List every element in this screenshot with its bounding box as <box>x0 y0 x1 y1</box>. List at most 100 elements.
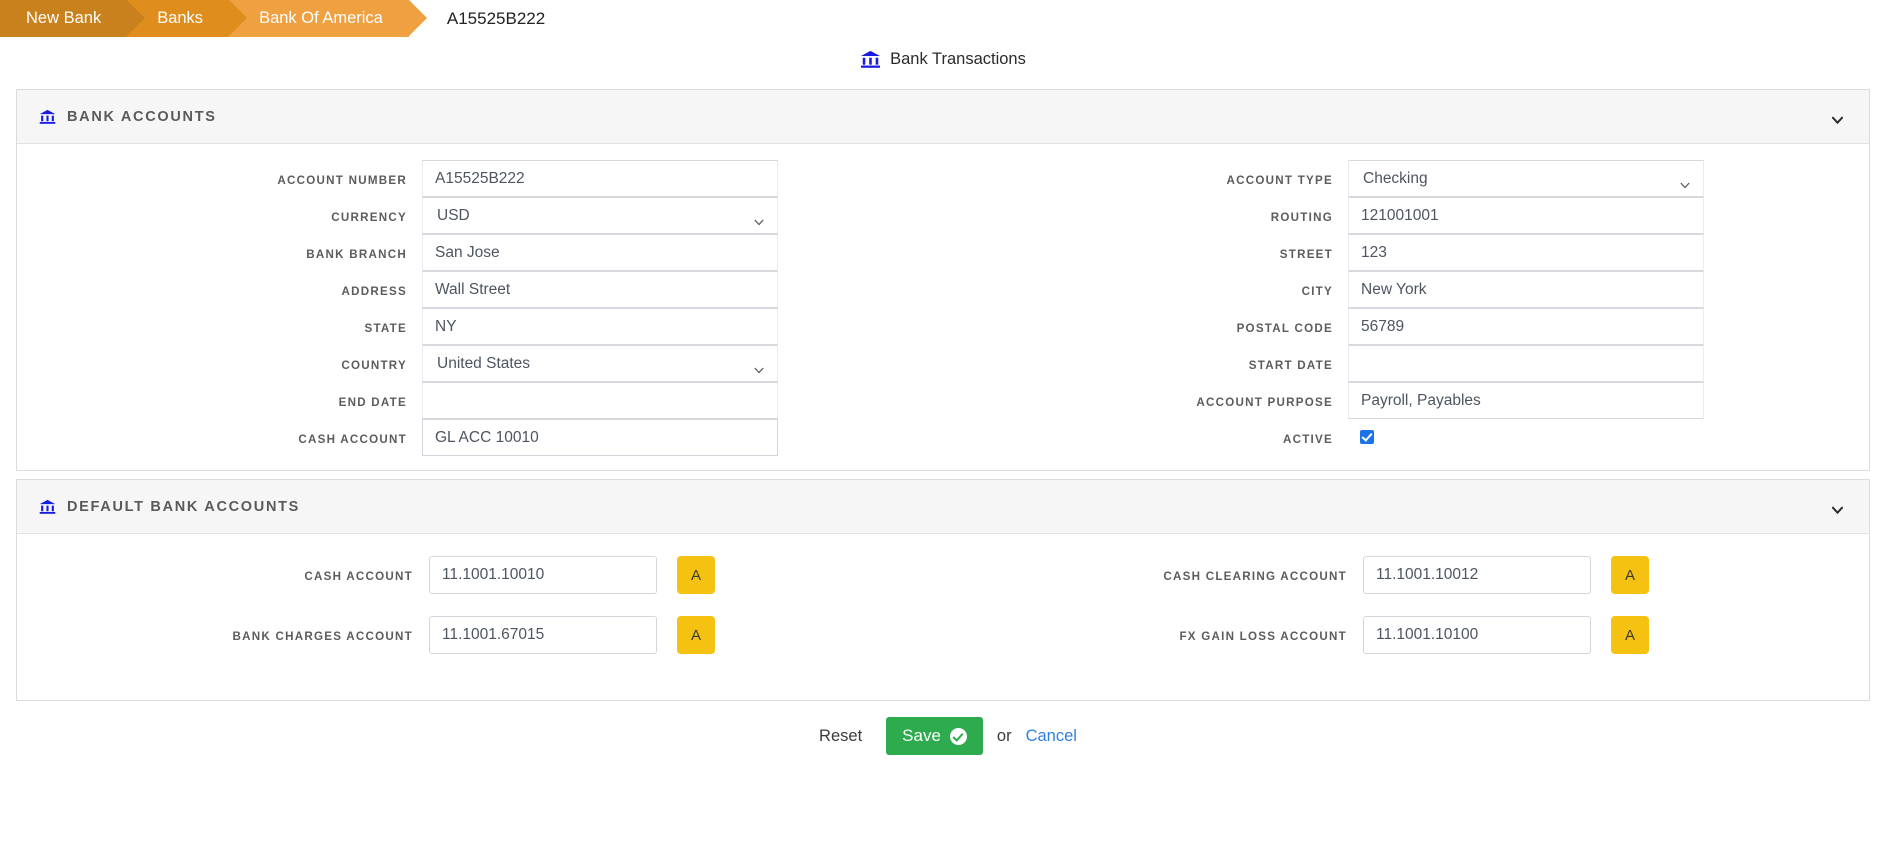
field-control: United States <box>422 345 778 382</box>
fx-gain-loss-account-input[interactable]: 11.1001.10100 <box>1363 616 1591 654</box>
field-control: USD <box>422 197 778 234</box>
active-checkbox[interactable] <box>1360 430 1374 444</box>
field-address: Address Wall Street <box>17 271 943 308</box>
bank-charges-account-lookup-button[interactable]: A <box>677 616 715 654</box>
state-input[interactable]: NY <box>422 308 778 345</box>
field-end-date: End Date <box>17 382 943 419</box>
field-control <box>1348 345 1704 382</box>
chevron-down-icon[interactable] <box>1831 503 1844 514</box>
field-account-type: Account Type Checking <box>943 160 1869 197</box>
bank-accounts-panel: Bank Accounts Account Number A15525B222 … <box>16 89 1870 471</box>
field-control: GL ACC 10010 <box>422 419 778 456</box>
bank-accounts-panel-header[interactable]: Bank Accounts <box>17 90 1869 144</box>
field-label: Account Purpose <box>1196 396 1333 409</box>
bank-accounts-form: Account Number A15525B222 Currency USD <box>17 144 1869 470</box>
field-control: New York <box>1348 271 1704 308</box>
cash-clearing-account-lookup-button[interactable]: A <box>1611 556 1649 594</box>
default-bank-accounts-form: Cash Account 11.1001.10010 A Bank Charge… <box>17 534 1869 700</box>
chevron-down-icon[interactable] <box>1831 113 1844 124</box>
field-control: Checking <box>1348 160 1704 197</box>
field-label: Active <box>1282 433 1333 446</box>
field-bank-branch: Bank Branch San Jose <box>17 234 943 271</box>
field-label: Currency <box>331 211 407 224</box>
field-control: Wall Street <box>422 271 778 308</box>
field-label: Cash Clearing Account <box>1163 570 1347 583</box>
bank-transactions-link[interactable]: Bank Transactions <box>0 37 1886 81</box>
postal-code-input[interactable]: 56789 <box>1348 308 1704 345</box>
field-routing: Routing 121001001 <box>943 197 1869 234</box>
end-date-input[interactable] <box>422 382 778 419</box>
field-control: 123 <box>1348 234 1704 271</box>
field-cash-account: Cash Account GL ACC 10010 <box>17 419 943 456</box>
field-label: Bank Branch <box>306 248 407 261</box>
default-bank-accounts-panel: Default Bank Accounts Cash Account 11.10… <box>16 479 1870 701</box>
bank-icon <box>39 109 56 125</box>
field-label: City <box>1301 285 1333 298</box>
form-actions: Reset Save or Cancel <box>0 701 1886 765</box>
field-fx-gain-loss-account: FX Gain Loss Account 11.1001.10100 A <box>943 616 1869 654</box>
breadcrumb: New Bank Banks Bank Of America A15525B22… <box>0 0 1886 37</box>
default-cash-account-lookup-button[interactable]: A <box>677 556 715 594</box>
account-type-select[interactable]: Checking <box>1348 160 1704 197</box>
field-label: Cash Account <box>298 433 407 446</box>
account-purpose-input[interactable]: Payroll, Payables <box>1348 382 1704 419</box>
field-street: Street 123 <box>943 234 1869 271</box>
reset-button[interactable]: Reset <box>809 721 872 752</box>
field-label: Address <box>341 285 407 298</box>
routing-input[interactable]: 121001001 <box>1348 197 1704 234</box>
address-input[interactable]: Wall Street <box>422 271 778 308</box>
cash-account-input[interactable]: GL ACC 10010 <box>422 419 778 456</box>
field-label: Account Number <box>277 174 407 187</box>
field-currency: Currency USD <box>17 197 943 234</box>
save-button-label: Save <box>902 726 941 745</box>
field-label: End Date <box>338 396 407 409</box>
field-control <box>422 382 778 419</box>
breadcrumb-label: Banks <box>157 9 204 27</box>
bank-branch-input[interactable]: San Jose <box>422 234 778 271</box>
city-input[interactable]: New York <box>1348 271 1704 308</box>
check-circle-icon <box>949 727 967 745</box>
save-button[interactable]: Save <box>886 717 983 755</box>
currency-select[interactable]: USD <box>422 197 778 234</box>
field-control: San Jose <box>422 234 778 271</box>
country-select[interactable]: United States <box>422 345 778 382</box>
field-label: Country <box>341 359 407 372</box>
field-control: 56789 <box>1348 308 1704 345</box>
default-cash-account-input[interactable]: 11.1001.10010 <box>429 556 657 594</box>
field-label: Routing <box>1270 211 1333 224</box>
field-cash-clearing-account: Cash Clearing Account 11.1001.10012 A <box>943 556 1869 594</box>
field-label: Start Date <box>1248 359 1333 372</box>
panel-title: Default Bank Accounts <box>67 498 301 515</box>
field-active: Active <box>943 419 1869 449</box>
field-account-number: Account Number A15525B222 <box>17 160 943 197</box>
field-control <box>1348 419 1374 449</box>
breadcrumb-item-new-bank[interactable]: New Bank <box>0 0 146 37</box>
field-label: Account Type <box>1226 174 1333 187</box>
cancel-link[interactable]: Cancel <box>1026 727 1077 746</box>
default-bank-accounts-panel-header[interactable]: Default Bank Accounts <box>17 480 1869 534</box>
field-default-cash-account: Cash Account 11.1001.10010 A <box>17 556 943 594</box>
bank-icon <box>860 50 881 69</box>
field-control: 121001001 <box>1348 197 1704 234</box>
breadcrumb-label: Bank Of America <box>259 9 383 27</box>
or-label: or <box>996 726 1012 745</box>
field-label: Postal Code <box>1236 322 1333 335</box>
bank-charges-account-input[interactable]: 11.1001.67015 <box>429 616 657 654</box>
street-input[interactable]: 123 <box>1348 234 1704 271</box>
field-state: State NY <box>17 308 943 345</box>
account-number-input[interactable]: A15525B222 <box>422 160 778 197</box>
breadcrumb-item-bank-of-america[interactable]: Bank Of America <box>229 0 427 37</box>
bank-icon <box>39 499 56 515</box>
field-label: Street <box>1279 248 1333 261</box>
fx-gain-loss-account-lookup-button[interactable]: A <box>1611 616 1649 654</box>
start-date-input[interactable] <box>1348 345 1704 382</box>
field-label: State <box>364 322 407 335</box>
field-label: Bank Charges Account <box>232 630 413 643</box>
field-start-date: Start Date <box>943 345 1869 382</box>
bank-transactions-label: Bank Transactions <box>890 49 1026 68</box>
cash-clearing-account-input[interactable]: 11.1001.10012 <box>1363 556 1591 594</box>
field-control: Payroll, Payables <box>1348 382 1704 419</box>
bank-accounts-left-column: Account Number A15525B222 Currency USD <box>17 160 943 456</box>
field-label: Cash Account <box>304 570 413 583</box>
default-accounts-right-column: Cash Clearing Account 11.1001.10012 A FX… <box>943 556 1869 676</box>
